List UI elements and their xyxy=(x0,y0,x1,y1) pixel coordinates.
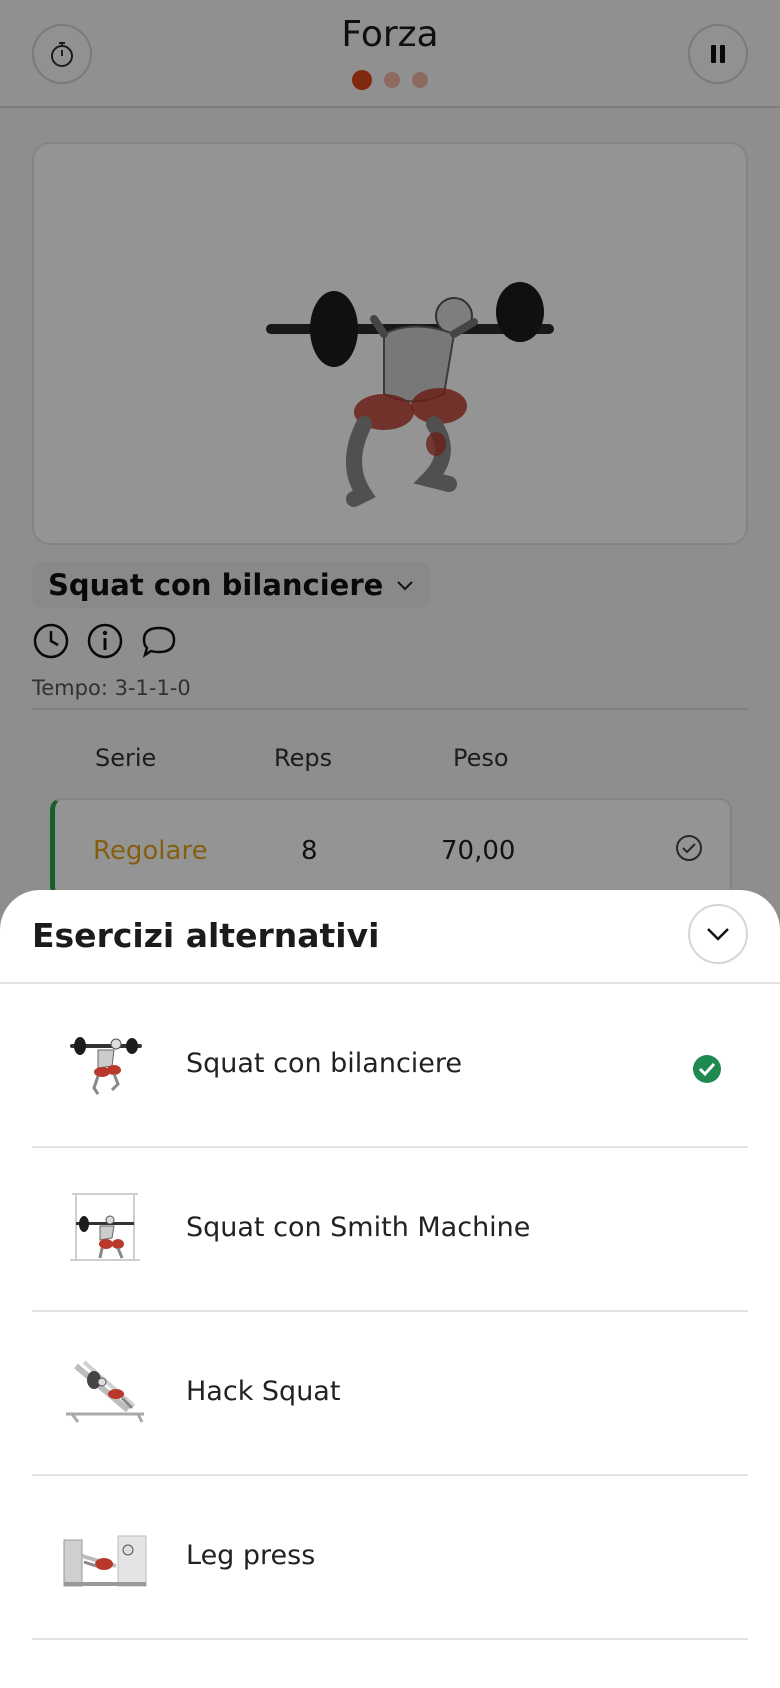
hack-squat-thumbnail xyxy=(66,1360,144,1423)
list-item[interactable]: Squat con Smith Machine xyxy=(32,1148,748,1312)
check-circle-filled-icon xyxy=(693,1055,721,1083)
alternatives-sheet: Esercizi alternativi Squat con bilancier… xyxy=(0,890,780,1688)
alternative-name: Squat con bilanciere xyxy=(186,1048,463,1079)
collapse-sheet-button[interactable] xyxy=(688,904,748,964)
barbell-squat-thumbnail xyxy=(70,1037,142,1095)
alternative-name: Leg press xyxy=(186,1540,316,1571)
alternatives-list: Squat con bilanciere Squat con Smith Mac… xyxy=(32,984,748,1640)
alternative-name: Hack Squat xyxy=(186,1376,341,1407)
smith-machine-squat-thumbnail xyxy=(70,1193,140,1261)
sheet-title: Esercizi alternativi xyxy=(32,916,380,955)
list-item[interactable]: Squat con bilanciere xyxy=(32,984,748,1148)
list-item[interactable]: Hack Squat xyxy=(32,1312,748,1476)
leg-press-thumbnail xyxy=(63,1535,147,1587)
list-item[interactable]: Leg press xyxy=(32,1476,748,1640)
alternative-name: Squat con Smith Machine xyxy=(186,1212,531,1243)
chevron-down-icon xyxy=(707,928,729,941)
